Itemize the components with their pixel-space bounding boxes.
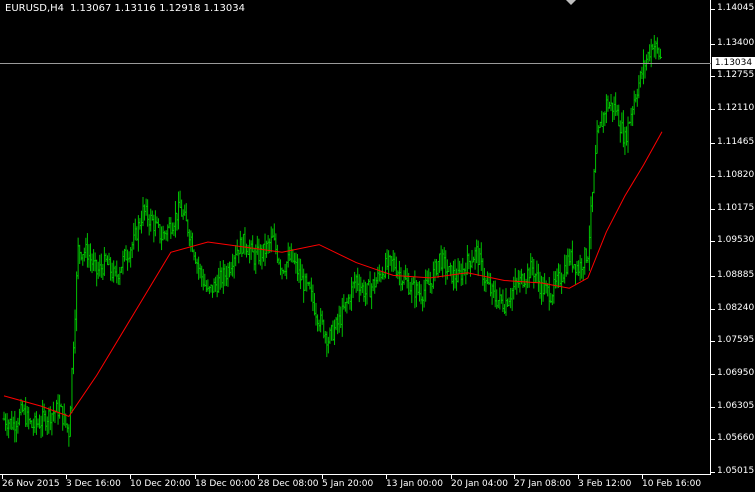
- price-tick: [711, 176, 715, 177]
- chart-title: EURUSD,H4 1.13067 1.13116 1.12918 1.13034: [5, 3, 245, 14]
- price-tick: [711, 109, 715, 110]
- chart-window[interactable]: EURUSD,H4 1.13067 1.13116 1.12918 1.13034…: [0, 0, 755, 492]
- price-tick-label: 1.06305: [717, 401, 755, 411]
- price-tick-label: 1.08885: [717, 270, 755, 280]
- price-tick: [711, 439, 715, 440]
- price-tick-label: 1.10820: [717, 170, 755, 180]
- price-bars: [2, 35, 663, 447]
- time-tick-label: 3 Dec 16:00: [66, 479, 121, 489]
- price-tick: [711, 276, 715, 277]
- price-tick: [711, 209, 715, 210]
- price-tick-label: 1.12755: [717, 70, 755, 80]
- price-tick: [711, 241, 715, 242]
- price-tick: [711, 44, 715, 45]
- price-tick-label: 1.12110: [717, 103, 755, 113]
- price-tick-label: 1.09530: [717, 235, 755, 245]
- price-tick: [711, 407, 715, 408]
- price-tick: [711, 9, 715, 10]
- time-tick-label: 10 Dec 20:00: [130, 479, 191, 489]
- chart-shift-marker-icon[interactable]: [566, 0, 576, 5]
- price-tick: [711, 143, 715, 144]
- price-tick-label: 1.05660: [717, 433, 755, 443]
- time-tick-label: 27 Jan 08:00: [514, 479, 571, 489]
- time-tick-label: 18 Dec 00:00: [195, 479, 256, 489]
- ohlc-values: 1.13067 1.13116 1.12918 1.13034: [70, 3, 245, 14]
- price-tick-label: 1.05015: [717, 466, 755, 476]
- price-tick-label: 1.14045: [717, 3, 755, 13]
- current-price-line: [0, 63, 711, 64]
- time-tick-label: 3 Feb 12:00: [578, 479, 632, 489]
- symbol-timeframe: EURUSD,H4: [5, 3, 65, 14]
- time-tick-label: 26 Nov 2015: [2, 479, 60, 489]
- time-tick-label: 28 Dec 08:00: [258, 479, 319, 489]
- time-tick-label: 20 Jan 04:00: [451, 479, 508, 489]
- price-tick-label: 1.08240: [717, 303, 755, 313]
- current-price-label: 1.13034: [712, 57, 755, 69]
- price-tick: [711, 341, 715, 342]
- price-tick-label: 1.13400: [717, 38, 755, 48]
- time-tick-label: 10 Feb 16:00: [642, 479, 702, 489]
- price-tick-label: 1.07595: [717, 335, 755, 345]
- time-tick-label: 5 Jan 20:00: [322, 479, 374, 489]
- price-tick-label: 1.06950: [717, 368, 755, 378]
- price-tick: [711, 309, 715, 310]
- price-tick-label: 1.11465: [717, 137, 755, 147]
- price-tick: [711, 472, 715, 473]
- price-tick: [711, 76, 715, 77]
- price-tick-label: 1.10175: [717, 203, 755, 213]
- price-tick: [711, 374, 715, 375]
- time-tick-label: 13 Jan 00:00: [386, 479, 443, 489]
